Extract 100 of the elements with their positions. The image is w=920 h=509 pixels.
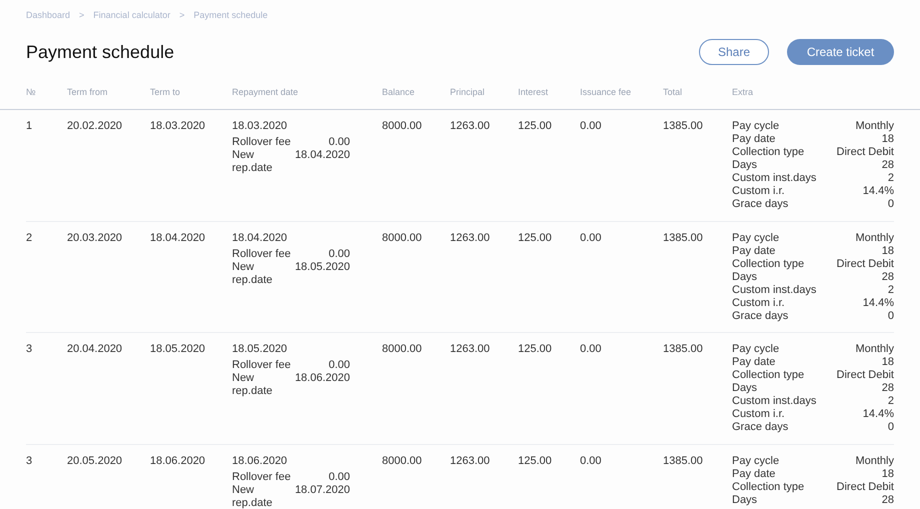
extra-label: Days: [732, 494, 758, 506]
extra-label: Collection type: [732, 258, 804, 270]
breadcrumb-separator: >: [179, 9, 185, 22]
extra-label: Collection type: [732, 369, 804, 382]
table-cell-text: 125.00: [518, 454, 553, 468]
extra-value: 28: [882, 159, 894, 172]
extra-value: Direct Debit: [836, 146, 894, 159]
detail-value: 0.00: [328, 136, 350, 149]
detail-label: Rollover fee: [232, 470, 291, 484]
detail-value: 18.05.2020: [294, 260, 350, 274]
extra-label: Pay cycle: [732, 232, 780, 244]
detail-value: 18.06.2020: [294, 372, 350, 386]
table-cell-text: 3: [26, 454, 34, 468]
table-cell-text: 0.00: [580, 343, 602, 356]
extra-label: Days: [732, 382, 758, 395]
detail-value: 0.00: [328, 470, 350, 484]
extra-label: Pay cycle: [732, 454, 780, 468]
column-header: №: [26, 86, 37, 99]
extra-label: Custom i.r.: [732, 408, 785, 421]
detail-value: 0.00: [328, 359, 350, 372]
extra-label: Pay date: [732, 468, 776, 480]
detail-value: 0.00: [328, 248, 350, 260]
breadcrumb-link[interactable]: Dashboard: [26, 9, 70, 23]
table-cell-text: 1385.00: [663, 343, 704, 356]
column-header: Total: [663, 86, 684, 99]
extra-value: 14.4%: [862, 185, 894, 198]
table-cell-text: 18.04.2020: [150, 232, 206, 244]
extra-value: 2: [888, 172, 894, 185]
extra-value: 18: [882, 244, 894, 258]
table-cell-text: 125.00: [518, 120, 553, 133]
table-cell-text: 3: [26, 343, 34, 356]
table-cell-text: 1: [26, 120, 34, 133]
extra-label: Days: [732, 159, 758, 172]
extra-label: Days: [732, 270, 758, 284]
table-cell-text: 1385.00: [663, 454, 704, 468]
detail-label: New rep.date: [232, 372, 274, 398]
table-cell-text: 8000.00: [382, 343, 423, 356]
extra-label: Custom inst.days: [732, 172, 816, 185]
extra-label: Collection type: [732, 480, 804, 494]
column-header: Interest: [518, 86, 550, 99]
detail-label: New rep.date: [232, 484, 274, 509]
detail-value: 18.07.2020: [294, 484, 350, 498]
extra-value: 18: [882, 468, 894, 480]
detail-label: Rollover fee: [232, 136, 291, 149]
extra-label: Pay cycle: [732, 120, 780, 133]
table-cell-text: 18.06.2020: [150, 454, 206, 468]
column-header: Term from: [67, 86, 108, 99]
table-cell-text: 1385.00: [663, 232, 704, 244]
page-title: Payment schedule: [26, 40, 174, 64]
table-cell-text: 0.00: [580, 454, 602, 468]
table-cell-text: 8000.00: [382, 454, 423, 468]
table-cell-text: 18.05.2020: [150, 343, 206, 356]
extra-label: Grace days: [732, 421, 788, 434]
table-cell-text: 18.04.2020: [232, 232, 288, 244]
breadcrumb-link[interactable]: Financial calculator: [93, 9, 170, 23]
extra-label: Custom inst.days: [732, 395, 816, 408]
detail-label: Rollover fee: [232, 359, 291, 372]
table-cell-text: 1263.00: [450, 454, 491, 468]
column-header: Repayment date: [232, 86, 300, 99]
table-cell-text: 8000.00: [382, 232, 423, 244]
extra-value: 0: [888, 310, 894, 322]
extra-value: 0: [888, 198, 894, 211]
extra-value: Monthly: [855, 120, 894, 133]
table-cell-text: 8000.00: [382, 120, 423, 133]
column-header: Term to: [150, 86, 182, 99]
extra-value: Direct Debit: [836, 258, 894, 270]
table-cell-text: 18.06.2020: [232, 454, 288, 468]
breadcrumb-link[interactable]: Payment schedule: [194, 9, 268, 23]
extra-label: Pay date: [732, 244, 776, 258]
extra-value: 2: [888, 395, 894, 408]
create-ticket-button[interactable]: Create ticket: [787, 39, 894, 65]
extra-value: 18: [882, 133, 894, 146]
extra-label: Pay date: [732, 133, 776, 146]
table-cell-text: 125.00: [518, 343, 553, 356]
detail-label: New rep.date: [232, 260, 274, 286]
breadcrumb-separator: >: [79, 9, 84, 22]
table-cell-text: 1263.00: [450, 120, 491, 133]
extra-label: Grace days: [732, 198, 788, 211]
extra-value: 0: [888, 421, 894, 434]
share-button[interactable]: Share: [699, 39, 769, 65]
extra-value: 14.4%: [862, 296, 894, 310]
extra-value: 14.4%: [862, 408, 894, 421]
extra-label: Custom i.r.: [732, 185, 785, 198]
extra-value: Direct Debit: [836, 480, 894, 494]
column-header: Extra: [732, 86, 754, 99]
extra-value: 2: [888, 284, 894, 296]
extra-value: Monthly: [855, 232, 894, 244]
table-cell-text: 18.03.2020: [232, 120, 288, 133]
extra-label: Grace days: [732, 310, 788, 322]
detail-label: New rep.date: [232, 149, 274, 175]
table-cell-text: 20.03.2020: [67, 232, 124, 244]
extra-label: Custom i.r.: [732, 296, 785, 310]
column-header: Issuance fee: [580, 86, 632, 99]
table-cell-text: 125.00: [518, 232, 553, 244]
detail-label: Rollover fee: [232, 248, 291, 260]
table-cell-text: 18.03.2020: [150, 120, 206, 133]
table-cell-text: 1385.00: [663, 120, 704, 133]
table-cell-text: 18.05.2020: [232, 343, 288, 356]
extra-value: Direct Debit: [836, 369, 894, 382]
extra-label: Pay cycle: [732, 343, 780, 356]
